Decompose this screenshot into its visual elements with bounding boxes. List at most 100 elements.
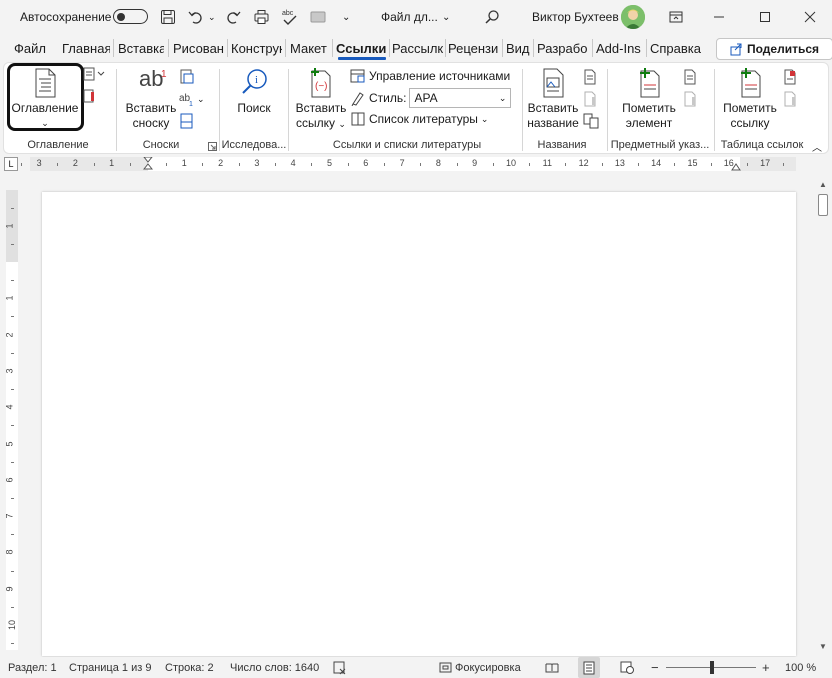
ruler-number: 3 bbox=[254, 158, 260, 168]
scrollbar-thumb[interactable] bbox=[818, 194, 828, 216]
tab-draw[interactable]: Рисован bbox=[173, 36, 224, 60]
redo-icon[interactable] bbox=[225, 0, 241, 34]
maximize-button[interactable] bbox=[743, 0, 787, 34]
read-mode-view-icon[interactable] bbox=[543, 657, 561, 678]
document-title[interactable]: Файл дл... bbox=[381, 0, 438, 34]
save-icon[interactable] bbox=[160, 0, 176, 34]
page-indicator[interactable]: Страница 1 из 9 bbox=[69, 657, 151, 678]
ruler-tick bbox=[11, 207, 14, 209]
insert-citation-button[interactable]: (−) Вставить ссылку ⌄ bbox=[295, 67, 347, 132]
tab-review[interactable]: Рецензи bbox=[448, 36, 500, 60]
tab-mailings[interactable]: Рассылк bbox=[392, 36, 443, 60]
customize-toolbar-icon[interactable]: ⌄ bbox=[342, 0, 350, 34]
spelling-icon[interactable]: abc bbox=[281, 0, 299, 34]
bibliography-button[interactable]: Список литературы ⌄ bbox=[350, 111, 488, 127]
tab-references[interactable]: Ссылки bbox=[336, 36, 388, 60]
ruler-number: 6 bbox=[4, 477, 15, 483]
group-divider bbox=[522, 69, 523, 151]
ruler-number: 5 bbox=[4, 440, 15, 447]
bibliography-icon bbox=[351, 112, 365, 126]
horizontal-ruler[interactable]: 3 2 1 1 2 3 4 5 6 7 8 9 10 11 12 13 14 15 16 17 bbox=[20, 157, 796, 171]
insert-caption-label-1: Вставить bbox=[527, 101, 579, 115]
document-page[interactable] bbox=[42, 192, 796, 656]
section-indicator[interactable]: Раздел: 1 bbox=[8, 657, 57, 678]
scroll-up-icon[interactable]: ▲ bbox=[818, 180, 828, 190]
focus-button[interactable]: Фокусировка bbox=[439, 657, 521, 678]
right-indent-marker-icon[interactable] bbox=[730, 162, 741, 171]
tab-file[interactable]: Файл bbox=[14, 36, 46, 60]
title-chevron-down-icon[interactable]: ⌄ bbox=[442, 0, 450, 34]
insert-caption-button[interactable]: Вставить название bbox=[526, 67, 580, 131]
ruler-tick bbox=[347, 163, 349, 166]
ruler-tick bbox=[492, 163, 494, 166]
minimize-button[interactable] bbox=[697, 0, 741, 34]
indent-marker-icon[interactable] bbox=[143, 157, 153, 171]
zoom-level[interactable]: 100 % bbox=[785, 657, 816, 678]
tab-divider bbox=[285, 39, 286, 57]
collapse-ribbon-chevron-up-icon[interactable]: ︿ bbox=[812, 139, 822, 154]
search-research-button[interactable]: i Поиск bbox=[226, 67, 282, 116]
print-preview-icon[interactable] bbox=[253, 0, 270, 34]
user-name[interactable]: Виктор Бухтеев bbox=[532, 0, 619, 34]
insert-endnote-icon[interactable] bbox=[179, 69, 195, 85]
tab-insert[interactable]: Вставка bbox=[118, 36, 164, 60]
autosave-toggle[interactable] bbox=[113, 9, 148, 24]
zoom-out-button[interactable]: − bbox=[651, 657, 659, 678]
print-layout-view-icon[interactable] bbox=[578, 657, 600, 678]
ruler-tick bbox=[311, 163, 313, 166]
tab-selector[interactable]: L bbox=[4, 157, 18, 171]
insert-footnote-button[interactable]: ab 1 Вставить сноску bbox=[124, 67, 178, 131]
search-icon[interactable] bbox=[484, 0, 500, 34]
vertical-ruler[interactable]: 1 1 2 3 4 5 6 7 8 9 10 bbox=[4, 190, 18, 650]
ruler-number: 2 bbox=[4, 332, 15, 338]
update-figures-table-icon[interactable] bbox=[583, 91, 597, 107]
insert-table-of-authorities-icon[interactable] bbox=[783, 69, 797, 85]
bibliography-chevron-down-icon: ⌄ bbox=[480, 113, 489, 124]
read-mode-icon[interactable] bbox=[310, 0, 326, 34]
accessibility-icon[interactable] bbox=[333, 657, 347, 678]
zoom-slider-thumb[interactable] bbox=[710, 661, 714, 674]
insert-index-icon[interactable] bbox=[683, 69, 697, 85]
mark-citation-button[interactable]: Пометить ссылку bbox=[719, 67, 781, 131]
tab-help[interactable]: Справка bbox=[650, 36, 702, 60]
tab-view[interactable]: Вид bbox=[506, 36, 530, 60]
citation-style-select[interactable]: APA ⌄ bbox=[409, 88, 512, 108]
tab-divider bbox=[445, 39, 446, 57]
next-footnote-button[interactable]: ab 1 ⌄ bbox=[179, 91, 205, 107]
word-count[interactable]: Число слов: 1640 bbox=[230, 657, 319, 678]
share-button[interactable]: Поделиться bbox=[716, 38, 832, 60]
table-of-authorities-group-label: Таблица ссылок bbox=[720, 139, 804, 151]
close-button[interactable] bbox=[788, 0, 832, 34]
scroll-down-icon[interactable]: ▼ bbox=[818, 642, 828, 652]
ruler-tick bbox=[638, 163, 640, 166]
undo-dropdown-icon[interactable]: ⌄ bbox=[208, 0, 216, 34]
ruler-tick bbox=[20, 163, 22, 166]
status-bar: Раздел: 1 Страница 1 из 9 Строка: 2 Числ… bbox=[0, 657, 832, 678]
tab-layout[interactable]: Макет bbox=[290, 36, 330, 60]
update-index-icon[interactable] bbox=[683, 91, 697, 107]
footnotes-dialog-launcher-icon[interactable] bbox=[208, 142, 217, 151]
ribbon-display-icon[interactable] bbox=[669, 0, 683, 34]
manage-sources-button[interactable]: Управление источниками bbox=[350, 68, 510, 84]
ruler-tick bbox=[275, 163, 277, 166]
web-layout-view-icon[interactable] bbox=[618, 657, 636, 678]
ribbon: Оглавление ⌄ Оглавление ab 1 Вставить сн… bbox=[3, 62, 829, 154]
vertical-scrollbar[interactable]: ▲ ▼ bbox=[816, 176, 830, 656]
cross-reference-icon[interactable] bbox=[583, 113, 599, 129]
mark-entry-button[interactable]: Пометить элемент bbox=[618, 67, 680, 131]
tab-home[interactable]: Главная bbox=[62, 36, 110, 60]
caption-icon bbox=[537, 67, 569, 99]
show-notes-icon[interactable] bbox=[179, 113, 195, 129]
line-indicator[interactable]: Строка: 2 bbox=[165, 657, 214, 678]
insert-table-of-figures-icon[interactable] bbox=[583, 69, 597, 85]
insert-citation-label-2: ссылку ⌄ bbox=[296, 116, 346, 132]
avatar[interactable] bbox=[621, 5, 645, 29]
add-text-icon[interactable] bbox=[82, 67, 106, 81]
update-authorities-table-icon[interactable] bbox=[783, 91, 797, 107]
update-table-icon[interactable] bbox=[82, 89, 96, 103]
tab-addins[interactable]: Add-Ins bbox=[596, 36, 644, 60]
tab-design[interactable]: Конструк bbox=[231, 36, 282, 60]
tab-developer[interactable]: Разрабо bbox=[537, 36, 590, 60]
zoom-in-button[interactable]: + bbox=[762, 657, 770, 678]
undo-icon[interactable] bbox=[188, 0, 204, 34]
